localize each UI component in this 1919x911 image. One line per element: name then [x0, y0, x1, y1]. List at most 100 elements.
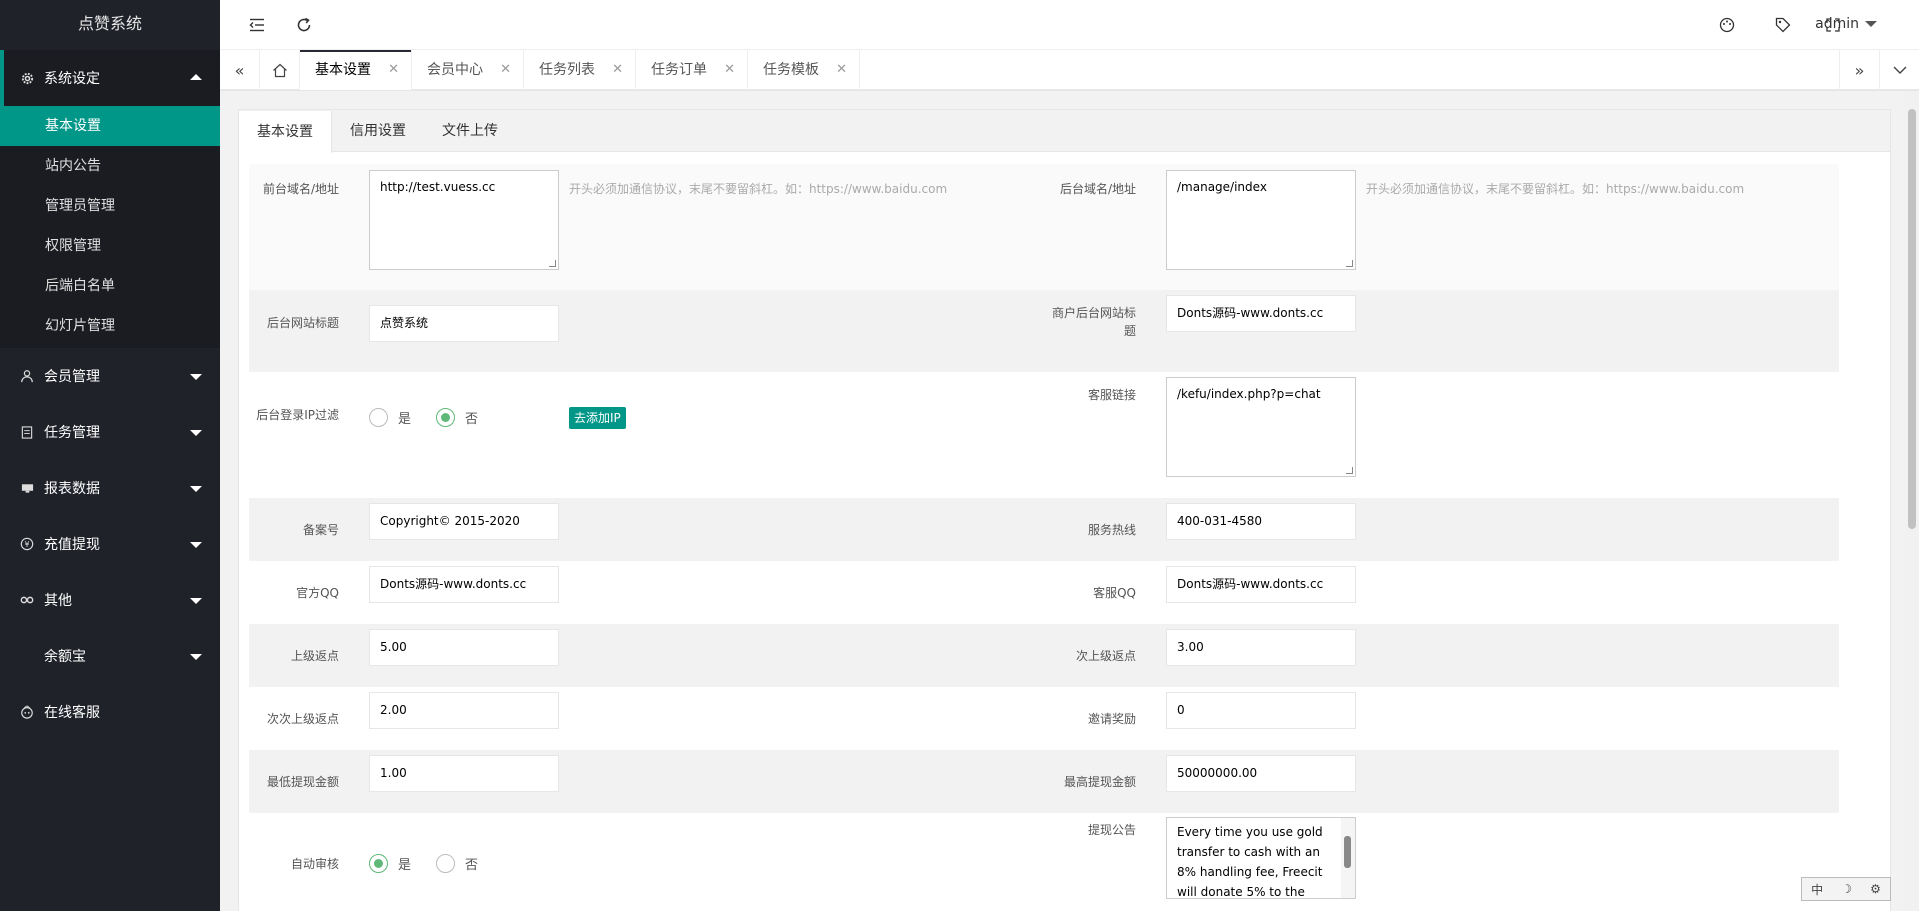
auto-audit-yes-radio[interactable]: 是 [369, 854, 411, 873]
official-qq-input[interactable]: Donts源码-www.donts.cc [369, 566, 559, 603]
icp-input[interactable]: Copyright© 2015-2020 [369, 503, 559, 540]
withdraw-notice-textarea[interactable]: Every time you use gold transfer to cash… [1166, 817, 1356, 899]
link-icon [18, 591, 36, 609]
tab-task-orders[interactable]: 任务订单 ✕ [636, 50, 748, 90]
auto-audit-label: 自动审核 [290, 857, 339, 871]
notice-scrollbar[interactable] [1341, 818, 1355, 898]
collapse-menu-icon[interactable] [247, 15, 267, 35]
sidebar-group-online-service[interactable]: 在线客服 [0, 684, 220, 740]
front-domain-hint: 开头必须加通信协议，末尾不要留斜杠。如：https://www.baidu.co… [569, 182, 948, 196]
sidebar-group-other[interactable]: 其他 [0, 572, 220, 628]
user-icon [18, 367, 36, 385]
chevron-down-icon [190, 486, 202, 492]
sidebar-item-admin[interactable]: 管理员管理 [0, 186, 220, 226]
sidebar-group-tasks[interactable]: 任务管理 [0, 404, 220, 460]
service-qq-label: 客服QQ [1093, 586, 1136, 600]
page-scrollbar[interactable] [1905, 91, 1919, 911]
ip-filter-label: 后台登录IP过滤 [256, 408, 339, 422]
close-icon[interactable]: ✕ [388, 50, 399, 90]
tabs-menu-chevron-down-icon[interactable] [1879, 50, 1919, 90]
tab-basic[interactable]: 基本设置 [239, 111, 332, 153]
close-icon[interactable]: ✕ [500, 50, 511, 90]
merchant-title-label: 商户后台网站标题 [1051, 306, 1136, 338]
front-domain-textarea[interactable]: http://test.vuess.cc [369, 170, 559, 270]
tab-label: 基本设置 [315, 62, 371, 78]
page-tabs-bar: « 基本设置 ✕ 会员中心 ✕ 任务列表 ✕ 任务订单 ✕ 任务模板 ✕ » [220, 50, 1919, 90]
back-domain-textarea[interactable]: /manage/index [1166, 170, 1356, 270]
gear-icon[interactable]: ⚙ [1870, 882, 1881, 896]
sidebar-group-reports[interactable]: 报表数据 [0, 460, 220, 516]
max-withdraw-input[interactable]: 50000000.00 [1166, 755, 1356, 792]
document-icon [18, 423, 36, 441]
service-qq-input[interactable]: Donts源码-www.donts.cc [1166, 566, 1356, 603]
tabs-scroll-right-icon[interactable]: » [1839, 50, 1879, 90]
rebate2-input[interactable]: 3.00 [1166, 629, 1356, 666]
back-title-input[interactable]: 点赞系统 [369, 305, 559, 342]
min-withdraw-input[interactable]: 1.00 [369, 755, 559, 792]
tab-basic-settings[interactable]: 基本设置 ✕ [300, 50, 412, 90]
tag-icon[interactable] [1773, 15, 1793, 35]
sidebar-group-label: 任务管理 [44, 425, 100, 441]
home-icon[interactable] [260, 50, 300, 90]
main-content: 基本设置 信用设置 文件上传 前台域名/地址 http://test.vuess… [220, 91, 1919, 911]
chevron-down-icon [190, 598, 202, 604]
service-link-textarea[interactable]: /kefu/index.php?p=chat [1166, 377, 1356, 477]
form-row: 次次上级返点 2.00 邀请奖励 0 [249, 687, 1839, 750]
tab-label: 任务列表 [539, 62, 595, 78]
yen-icon: ¥ [18, 535, 36, 553]
close-icon[interactable]: ✕ [612, 50, 623, 90]
sidebar-group-members[interactable]: 会员管理 [0, 348, 220, 404]
sidebar-item-slides[interactable]: 幻灯片管理 [0, 306, 220, 346]
user-menu[interactable]: admin [1815, 16, 1877, 32]
form-row: 后台登录IP过滤 是 否 去添加IP 客服链接 /kefu/index.php?… [249, 372, 1839, 498]
page-tabs: 基本设置 ✕ 会员中心 ✕ 任务列表 ✕ 任务订单 ✕ 任务模板 ✕ [300, 50, 860, 90]
hotline-input[interactable]: 400-031-4580 [1166, 503, 1356, 540]
sidebar-item-whitelist[interactable]: 后端白名单 [0, 266, 220, 306]
chevron-down-icon [190, 374, 202, 380]
max-withdraw-label: 最高提现金额 [1063, 775, 1136, 789]
close-icon[interactable]: ✕ [836, 50, 847, 90]
chevron-up-icon [190, 74, 202, 80]
close-icon[interactable]: ✕ [724, 50, 735, 90]
service-link-label: 客服链接 [1087, 388, 1136, 402]
tab-label: 任务模板 [763, 62, 819, 78]
add-ip-button[interactable]: 去添加IP [569, 407, 626, 429]
ime-mode[interactable]: 中 [1811, 881, 1823, 898]
tab-file-upload[interactable]: 文件上传 [424, 110, 516, 152]
sidebar-item-announcement[interactable]: 站内公告 [0, 146, 220, 186]
front-domain-label: 前台域名/地址 [262, 182, 339, 196]
auto-audit-no-radio[interactable]: 否 [436, 854, 478, 873]
form-row: 官方QQ Donts源码-www.donts.cc 客服QQ Donts源码-w… [249, 561, 1839, 624]
app-logo: 点赞系统 [0, 0, 220, 50]
merchant-title-input[interactable]: Donts源码-www.donts.cc [1166, 295, 1356, 332]
rebate1-input[interactable]: 5.00 [369, 629, 559, 666]
moon-icon[interactable]: ☽ [1841, 882, 1852, 896]
rebate3-input[interactable]: 2.00 [369, 692, 559, 729]
icp-label: 备案号 [302, 523, 339, 537]
sidebar-group-label: 报表数据 [44, 481, 100, 497]
sidebar-group-label: 余额宝 [44, 649, 86, 665]
refresh-icon[interactable] [294, 15, 314, 35]
official-qq-label: 官方QQ [296, 586, 339, 600]
invite-input[interactable]: 0 [1166, 692, 1356, 729]
tabs-scroll-left-icon[interactable]: « [220, 50, 260, 90]
back-domain-label: 后台域名/地址 [1059, 182, 1136, 196]
tab-task-templates[interactable]: 任务模板 ✕ [748, 50, 860, 90]
sidebar-group-recharge[interactable]: ¥ 充值提现 [0, 516, 220, 572]
min-withdraw-label: 最低提现金额 [266, 775, 339, 789]
ip-filter-yes-radio[interactable]: 是 [369, 408, 411, 427]
svg-text:¥: ¥ [24, 540, 29, 549]
tab-member-center[interactable]: 会员中心 ✕ [412, 50, 524, 90]
settings-form: 前台域名/地址 http://test.vuess.cc 开头必须加通信协议，末… [249, 164, 1839, 911]
sidebar-item-basic-settings[interactable]: 基本设置 [0, 106, 220, 146]
scrollbar-thumb[interactable] [1908, 109, 1916, 529]
ip-filter-no-radio[interactable]: 否 [436, 408, 478, 427]
back-title-label: 后台网站标题 [266, 316, 339, 330]
theme-palette-icon[interactable] [1717, 15, 1737, 35]
tab-credit[interactable]: 信用设置 [332, 110, 424, 152]
sidebar-group-system[interactable]: 系统设定 [0, 50, 220, 106]
ime-toolbar[interactable]: 中 ☽ ⚙ [1801, 877, 1891, 901]
tab-task-list[interactable]: 任务列表 ✕ [524, 50, 636, 90]
sidebar-item-permissions[interactable]: 权限管理 [0, 226, 220, 266]
sidebar-group-yuebao[interactable]: 余额宝 [0, 628, 220, 684]
